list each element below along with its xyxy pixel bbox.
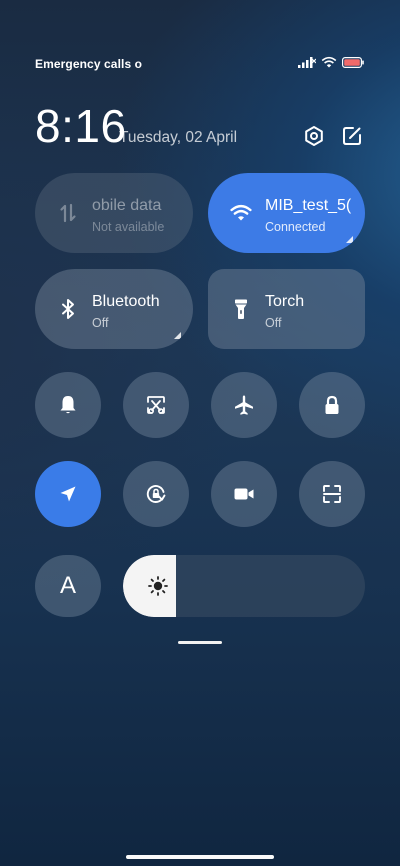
- status-carrier-text: Emergency calls o: [35, 57, 143, 71]
- edit-icon[interactable]: [341, 125, 363, 147]
- video-camera-icon: [234, 488, 254, 500]
- wifi-network-name: MIB_test_5(: [265, 197, 352, 214]
- auto-brightness-button[interactable]: A: [35, 555, 101, 617]
- wifi-icon: [229, 201, 253, 225]
- bluetooth-status: Off: [92, 316, 109, 330]
- scanner-toggle[interactable]: [299, 461, 365, 527]
- torch-title: Torch: [265, 293, 305, 310]
- airplane-icon: [235, 395, 253, 415]
- wifi-status: Connected: [265, 220, 326, 234]
- battery-icon: [342, 55, 364, 73]
- status-bar: Emergency calls o: [35, 56, 364, 72]
- location-arrow-icon: [60, 486, 76, 502]
- wifi-status-icon: [321, 55, 337, 73]
- date-text: Tuesday, 02 April: [119, 129, 238, 146]
- home-indicator[interactable]: [126, 855, 274, 859]
- sound-toggle[interactable]: [35, 372, 101, 438]
- lock-icon: [325, 395, 339, 414]
- brightness-slider[interactable]: [123, 555, 365, 617]
- tile-bluetooth[interactable]: Bluetooth Off: [35, 269, 193, 349]
- screen-recorder-toggle[interactable]: [211, 461, 277, 527]
- mobile-data-status: Not available: [92, 220, 165, 234]
- scissors-screenshot-icon: [147, 396, 165, 414]
- bluetooth-title: Bluetooth: [92, 293, 160, 310]
- location-toggle[interactable]: [35, 461, 101, 527]
- wifi-expand-corner-icon[interactable]: [346, 236, 353, 243]
- clock-row: 8:16 Tuesday, 02 April: [35, 100, 365, 152]
- settings-icon[interactable]: [303, 125, 325, 147]
- brightness-sun-icon: [146, 574, 170, 598]
- tile-mobile-data[interactable]: obile data Not available: [35, 173, 193, 253]
- clock-time: 8:16: [35, 100, 127, 152]
- panel-drag-handle[interactable]: [178, 641, 222, 644]
- scan-icon: [323, 485, 341, 503]
- lock-screen-toggle[interactable]: [299, 372, 365, 438]
- auto-rotate-toggle[interactable]: [123, 461, 189, 527]
- bluetooth-expand-corner-icon[interactable]: [174, 332, 181, 339]
- rotation-lock-icon: [146, 485, 166, 503]
- bell-icon: [60, 396, 76, 414]
- mobile-data-title: obile data: [92, 197, 162, 214]
- auto-brightness-label: A: [59, 572, 76, 599]
- torch-icon: [229, 297, 253, 321]
- mobile-data-icon: [56, 201, 80, 225]
- cellular-signal-icon: [298, 55, 317, 73]
- airplane-mode-toggle[interactable]: [211, 372, 277, 438]
- tile-torch[interactable]: Torch Off: [208, 269, 365, 349]
- bluetooth-icon: [56, 297, 80, 321]
- screenshot-toggle[interactable]: [123, 372, 189, 438]
- torch-status: Off: [265, 316, 282, 330]
- tile-wifi[interactable]: MIB_test_5( Connected: [208, 173, 365, 253]
